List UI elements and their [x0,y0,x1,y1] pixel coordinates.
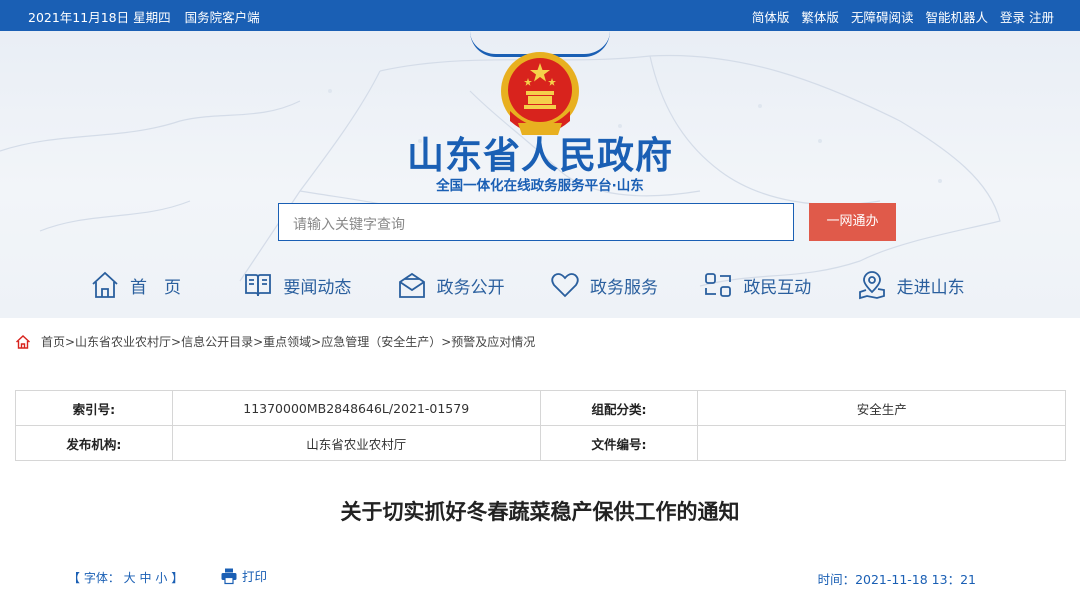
publisher-label: 发布机构: [15,425,173,461]
main-nav: 首 页 要闻动态 政务公开 政务服务 政民互动 走进山东 [90,267,1010,303]
site-subtitle: 全国一体化在线政务服务平台·山东 [436,178,644,194]
font-size-label: 【 字体： [68,571,120,585]
nav-item-about-shandong[interactable]: 走进山东 [857,267,1010,303]
nav-label: 要闻动态 [283,277,352,298]
nav-item-gov-affairs[interactable]: 政务公开 [397,267,550,303]
printer-icon [221,568,237,584]
document-title: 关于切实抓好冬春蔬菜稳产保供工作的通知 [340,500,740,524]
print-button[interactable]: 打印 [220,566,267,585]
one-stop-service-button[interactable]: 一网通办 [809,203,896,241]
heart-icon [551,273,579,298]
font-size-medium-button[interactable]: 中 [140,571,152,585]
register-link[interactable]: 注册 [1029,7,1054,26]
site-title: 山东省人民政府 [407,134,673,177]
state-council-client-link[interactable]: 国务院客户端 [185,7,260,26]
font-size-large-button[interactable]: 大 [124,571,136,585]
category-label: 组配分类: [539,390,699,426]
nav-item-interaction[interactable]: 政民互动 [703,267,856,303]
font-size-control: 【 字体： 大 中 小 】 [68,569,183,586]
category-value: 安全生产 [697,390,1066,426]
interaction-icon [705,273,732,297]
breadcrumb-path[interactable]: 首页>山东省农业农村厅>信息公开目录>重点领域>应急管理（安全生产）>预警及应对… [41,333,535,350]
traditional-link[interactable]: 繁体版 [801,7,839,26]
nav-label: 政务公开 [436,277,505,298]
nav-label: 走进山东 [896,277,965,298]
font-size-close: 】 [171,571,184,585]
breadcrumb: 首页>山东省农业农村厅>信息公开目录>重点领域>应急管理（安全生产）>预警及应对… [15,333,535,350]
publish-time: 时间：2021-11-18 13：21 [817,572,976,587]
nav-item-gov-services[interactable]: 政务服务 [550,267,703,303]
simplified-link[interactable]: 简体版 [752,7,790,26]
nav-item-home[interactable]: 首 页 [90,267,243,303]
font-size-small-button[interactable]: 小 [155,571,167,585]
current-date: 2021年11月18日 星期四 [28,10,171,25]
book-icon [245,274,272,297]
print-label: 打印 [242,569,268,584]
nav-label: 首 页 [130,277,181,298]
publisher-value: 山东省农业农村厅 [171,425,541,461]
search-input[interactable]: 请输入关键字查询 [278,203,794,241]
envelope-icon [398,272,425,298]
header-banner: 山东省人民政府 全国一体化在线政务服务平台·山东 请输入关键字查询 一网通办 首… [0,31,1080,318]
robot-link[interactable]: 智能机器人 [925,7,988,26]
map-pin-icon [858,271,885,300]
table-row: 索引号: 11370000MB2848646L/2021-01579 组配分类:… [15,390,1066,426]
top-bar: 2021年11月18日 星期四 国务院客户端 简体版 繁体版 无障碍阅读 智能机… [0,0,1080,31]
nav-label: 政民互动 [743,277,812,298]
login-link[interactable]: 登录 [1000,7,1025,26]
nav-item-news[interactable]: 要闻动态 [243,267,396,303]
accessibility-link[interactable]: 无障碍阅读 [851,7,914,26]
document-number-value [697,425,1066,461]
nav-label: 政务服务 [589,277,658,298]
home-icon [92,271,118,298]
index-number-label: 索引号: [15,390,173,426]
index-number-value: 11370000MB2848646L/2021-01579 [171,390,541,426]
document-number-label: 文件编号: [539,425,699,461]
home-icon [16,334,30,349]
table-row: 发布机构: 山东省农业农村厅 文件编号: [15,425,1066,461]
document-info-table: 索引号: 11370000MB2848646L/2021-01579 组配分类:… [15,390,1066,461]
